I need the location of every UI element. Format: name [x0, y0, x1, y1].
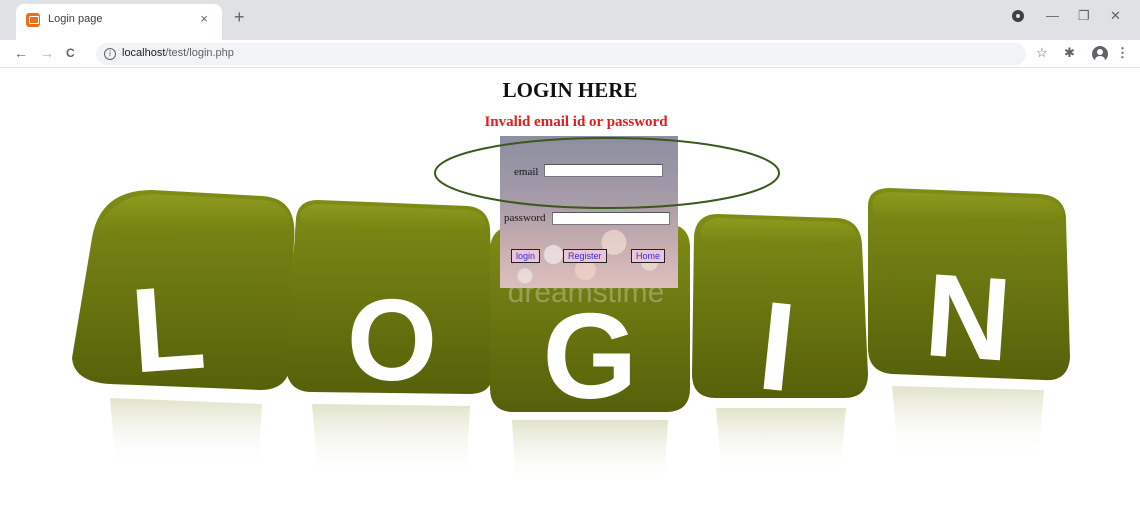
forward-button[interactable]: → [40, 45, 54, 61]
url-text[interactable]: localhost/test/login.php [122, 47, 234, 59]
url-host: localhost [122, 47, 166, 59]
profile-avatar-icon[interactable] [1092, 46, 1108, 62]
media-indicator-icon[interactable] [1012, 10, 1024, 22]
menu-icon[interactable]: ⋮ [1116, 45, 1129, 61]
new-tab-button[interactable]: + [234, 8, 245, 26]
reload-button[interactable]: C [66, 45, 75, 61]
close-window-button[interactable]: ✕ [1110, 8, 1121, 24]
tab-close-icon[interactable]: × [200, 11, 208, 26]
page-content: L O G dreamstime I N LOGIN HERE Invalid … [0, 68, 1140, 520]
url-path: /test/login.php [165, 47, 234, 59]
back-button[interactable]: ← [14, 45, 28, 61]
restore-button[interactable]: ❐ [1078, 8, 1090, 24]
browser-toolbar: ← → C i localhost/test/login.php ☆ ✱ ⋮ [0, 40, 1140, 68]
browser-tab[interactable]: Login page × [16, 4, 222, 40]
favicon-icon [26, 13, 40, 27]
highlight-ellipse [434, 137, 780, 209]
info-icon[interactable]: i [104, 48, 116, 60]
tab-title: Login page [48, 13, 103, 25]
address-bar[interactable]: i localhost/test/login.php [96, 43, 1026, 65]
browser-tabstrip: Login page × + — ❐ ✕ [0, 0, 1140, 40]
bookmark-star-icon[interactable]: ☆ [1036, 45, 1048, 61]
minimize-button[interactable]: — [1046, 8, 1059, 24]
extensions-icon[interactable]: ✱ [1064, 45, 1075, 61]
